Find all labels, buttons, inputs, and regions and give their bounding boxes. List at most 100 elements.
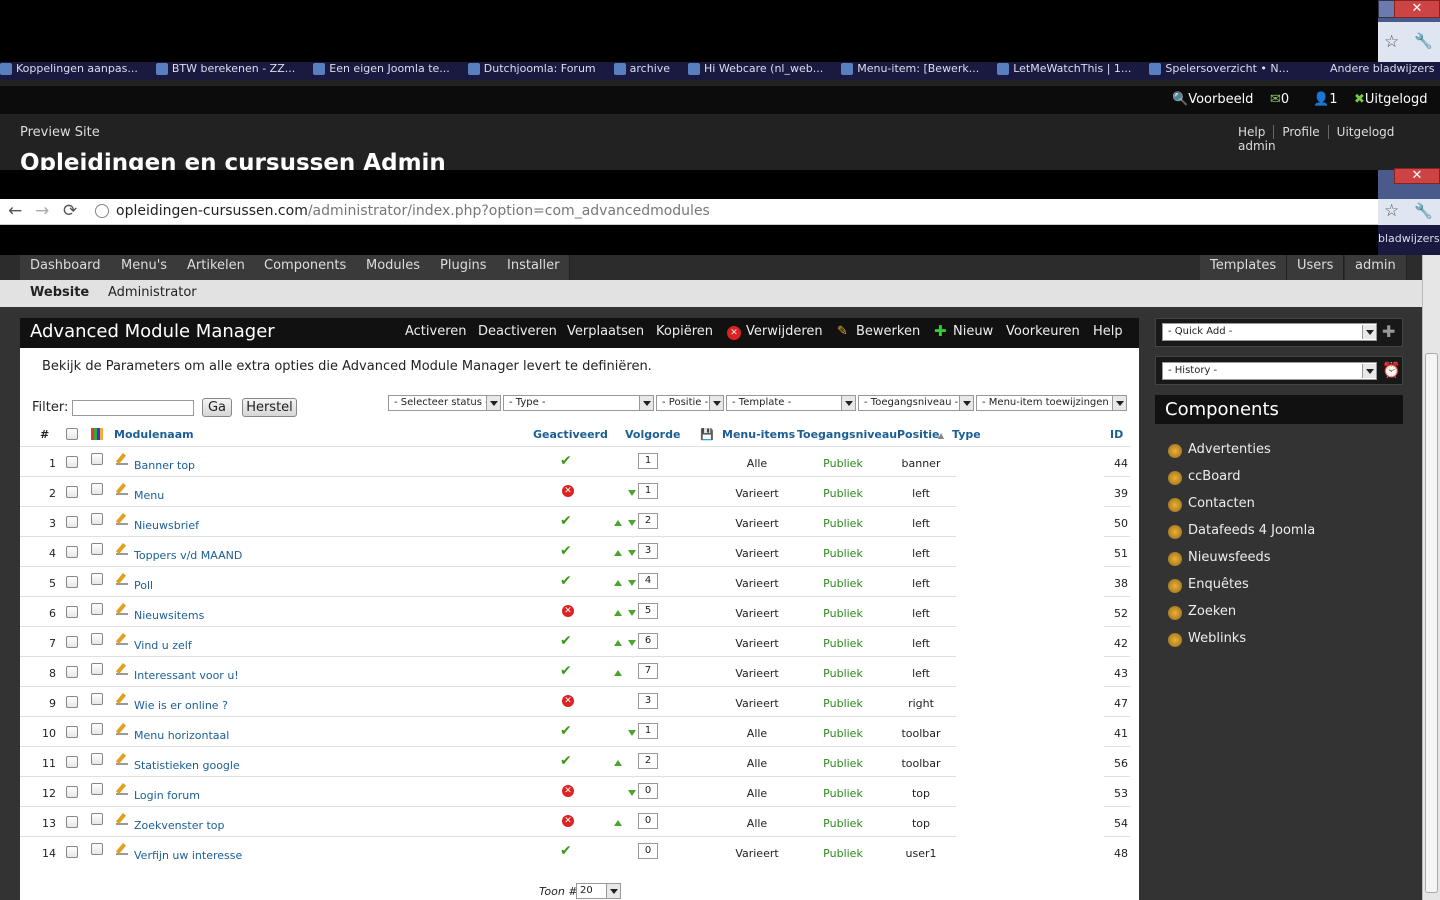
star-icon[interactable]: ☆ <box>1384 32 1399 52</box>
row-checkbox[interactable] <box>66 486 78 498</box>
bookmark-item[interactable]: Menu-item: [Bewerk... <box>841 62 979 75</box>
menu-item[interactable]: Artikelen <box>177 255 256 280</box>
order-input[interactable]: 3 <box>638 543 658 559</box>
edit-pencil-icon[interactable] <box>116 693 128 705</box>
col-order[interactable]: Volgorde <box>625 428 680 441</box>
logout-link[interactable]: ✖Uitgelogd <box>1354 92 1427 107</box>
disabled-icon[interactable]: ✕ <box>562 785 574 797</box>
order-input[interactable]: 5 <box>638 603 658 619</box>
module-name-link[interactable]: Nieuwsitems <box>134 609 204 622</box>
menu-item[interactable]: Dashboard <box>20 255 112 280</box>
row-toggle-checkbox[interactable] <box>91 573 103 585</box>
toolbar-deactivate[interactable]: Deactiveren <box>478 324 557 339</box>
access-select[interactable]: - Toegangsniveau - <box>858 395 974 411</box>
disabled-icon[interactable]: ✕ <box>562 605 574 617</box>
order-down-icon[interactable] <box>628 550 636 556</box>
history-select[interactable]: - History - <box>1162 362 1377 380</box>
bookmark-item[interactable]: Hi Webcare (nl_web... <box>688 62 823 75</box>
bookmark-item[interactable]: Spelersoverzicht • N... <box>1149 62 1289 75</box>
col-name[interactable]: Modulenaam <box>114 428 194 441</box>
order-input[interactable]: 2 <box>638 513 658 529</box>
module-name-link[interactable]: Banner top <box>134 459 195 472</box>
col-menu-items[interactable]: Menu-items <box>722 428 795 441</box>
submenu-website[interactable]: Website <box>30 285 89 300</box>
header-link[interactable]: Profile <box>1282 125 1329 139</box>
row-toggle-checkbox[interactable] <box>91 513 103 525</box>
check-icon[interactable]: ✔ <box>560 543 572 559</box>
access-level[interactable]: Publiek <box>807 667 879 680</box>
component-link[interactable]: Nieuwsfeeds <box>1168 550 1271 566</box>
row-checkbox[interactable] <box>66 756 78 768</box>
reload-icon[interactable]: ⟳ <box>63 201 77 221</box>
component-link[interactable]: Contacten <box>1168 496 1255 512</box>
edit-pencil-icon[interactable] <box>116 753 128 765</box>
module-name-link[interactable]: Menu horizontaal <box>134 729 229 742</box>
bookmark-item[interactable]: Dutchjoomla: Forum <box>468 62 596 75</box>
module-name-link[interactable]: Poll <box>134 579 153 592</box>
row-toggle-checkbox[interactable] <box>91 693 103 705</box>
reset-button[interactable]: Herstel <box>242 398 297 417</box>
order-up-icon[interactable] <box>614 820 622 826</box>
order-up-icon[interactable] <box>614 670 622 676</box>
col-active[interactable]: Geactiveerd <box>533 428 608 441</box>
preview-site-link[interactable]: Preview Site <box>20 125 100 140</box>
module-name-link[interactable]: Statistieken google <box>134 759 240 772</box>
type-select[interactable]: - Type - <box>503 395 654 411</box>
row-toggle-checkbox[interactable] <box>91 723 103 735</box>
edit-pencil-icon[interactable] <box>116 783 128 795</box>
disabled-icon[interactable]: ✕ <box>562 815 574 827</box>
menu-item[interactable]: Menu's <box>111 255 179 280</box>
component-link[interactable]: Advertenties <box>1168 442 1271 458</box>
wrench-icon-2[interactable]: 🔧 <box>1414 202 1433 220</box>
check-icon[interactable]: ✔ <box>560 843 572 859</box>
check-icon[interactable]: ✔ <box>560 633 572 649</box>
row-toggle-checkbox[interactable] <box>91 813 103 825</box>
edit-pencil-icon[interactable] <box>116 573 128 585</box>
row-toggle-checkbox[interactable] <box>91 483 103 495</box>
toolbar-new[interactable]: Nieuw <box>953 324 993 339</box>
edit-pencil-icon[interactable] <box>116 723 128 735</box>
users-link[interactable]: 👤1 <box>1313 92 1337 107</box>
access-level[interactable]: Publiek <box>807 487 879 500</box>
scroll-thumb[interactable] <box>1425 353 1438 893</box>
order-down-icon[interactable] <box>628 730 636 736</box>
access-level[interactable]: Publiek <box>807 637 879 650</box>
order-up-icon[interactable] <box>614 580 622 586</box>
order-input[interactable]: 1 <box>638 723 658 739</box>
row-checkbox[interactable] <box>66 606 78 618</box>
col-position[interactable]: Positie <box>897 428 939 441</box>
filter-input[interactable] <box>72 400 194 416</box>
preview-link[interactable]: 🔍Voorbeeld <box>1172 92 1253 107</box>
check-icon[interactable]: ✔ <box>560 573 572 589</box>
edit-pencil-icon[interactable] <box>116 483 128 495</box>
disabled-icon[interactable]: ✕ <box>562 695 574 707</box>
row-checkbox[interactable] <box>66 576 78 588</box>
check-icon[interactable]: ✔ <box>560 723 572 739</box>
save-order-icon[interactable]: 💾 <box>700 428 714 441</box>
row-toggle-checkbox[interactable] <box>91 753 103 765</box>
menu-item-right[interactable]: Templates <box>1200 255 1288 280</box>
edit-pencil-icon[interactable] <box>116 843 128 855</box>
position-select[interactable]: - Positie - <box>656 395 724 411</box>
menu-assign-select[interactable]: - Menu-item toewijzingen - <box>976 395 1127 411</box>
row-checkbox[interactable] <box>66 726 78 738</box>
access-level[interactable]: Publiek <box>807 547 879 560</box>
check-icon[interactable]: ✔ <box>560 453 572 469</box>
status-select[interactable]: - Selecteer status - <box>388 395 501 411</box>
order-input[interactable]: 0 <box>638 783 658 799</box>
row-checkbox[interactable] <box>66 456 78 468</box>
col-type[interactable]: Type <box>952 428 981 441</box>
row-checkbox[interactable] <box>66 846 78 858</box>
row-toggle-checkbox[interactable] <box>91 783 103 795</box>
edit-pencil-icon[interactable] <box>116 513 128 525</box>
toolbar-help[interactable]: Help <box>1093 324 1123 339</box>
check-icon[interactable]: ✔ <box>560 753 572 769</box>
module-name-link[interactable]: Login forum <box>134 789 200 802</box>
row-checkbox[interactable] <box>66 666 78 678</box>
messages-link[interactable]: ✉0 <box>1270 92 1289 107</box>
module-name-link[interactable]: Verfijn uw interesse <box>134 849 242 862</box>
toolbar-activate[interactable]: Activeren <box>405 324 467 339</box>
order-down-icon[interactable] <box>628 790 636 796</box>
order-down-icon[interactable] <box>628 490 636 496</box>
page-scrollbar[interactable] <box>1422 255 1440 900</box>
